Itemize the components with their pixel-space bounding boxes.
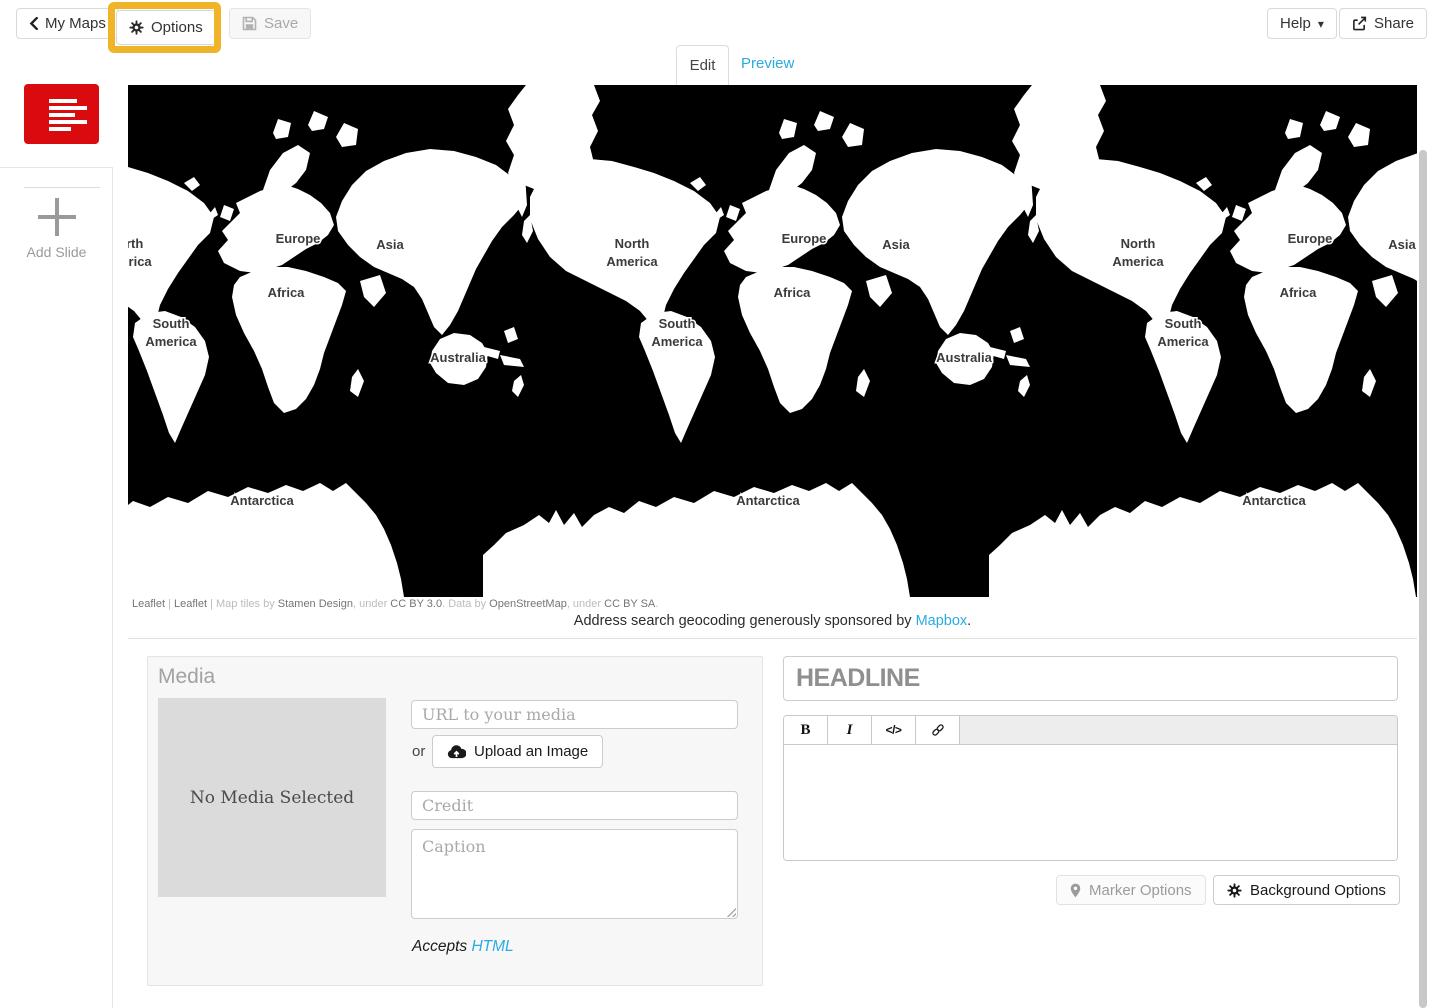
share-button[interactable]: Share [1339, 8, 1427, 39]
options-button[interactable]: Options [116, 10, 216, 45]
save-icon [242, 16, 257, 31]
media-panel: Media No Media Selected or Upload an Ima… [147, 656, 763, 986]
my-maps-label: My Maps [45, 15, 106, 32]
help-label: Help [1280, 15, 1311, 32]
editor-text-area[interactable] [784, 745, 1397, 861]
cc-by-link[interactable]: CC BY 3.0 [390, 598, 442, 610]
rich-text-editor: B I </> [783, 715, 1398, 861]
html-link[interactable]: HTML [471, 938, 513, 955]
cc-by-sa-link[interactable]: CC BY SA [604, 598, 655, 610]
tab-edit[interactable]: Edit [676, 45, 729, 85]
sponsor-text: Address search geocoding generously spon… [574, 613, 916, 629]
scrollbar[interactable] [1419, 150, 1427, 1008]
osm-link[interactable]: OpenStreetMap [489, 598, 567, 610]
attribution-text: . [655, 598, 658, 610]
save-button[interactable]: Save [229, 8, 311, 39]
stamen-link[interactable]: Stamen Design [278, 598, 353, 610]
slide-text-icon [49, 99, 87, 131]
sponsor-note: Address search geocoding generously spon… [128, 613, 1417, 639]
sponsor-period: . [967, 613, 971, 629]
leaflet-link-2[interactable]: Leaflet [174, 598, 207, 610]
editor-toolbar: B I </> [784, 716, 1397, 745]
slide-list-divider [24, 187, 100, 188]
plus-icon [38, 198, 76, 236]
my-maps-button[interactable]: My Maps [16, 8, 119, 39]
headline-input[interactable] [783, 656, 1398, 701]
sidebar-border [112, 167, 113, 1008]
save-label: Save [264, 15, 298, 32]
add-slide-button[interactable]: Add Slide [0, 198, 113, 260]
upload-image-label: Upload an Image [474, 743, 588, 760]
link-button[interactable] [916, 716, 960, 744]
map-canvas[interactable]: Europe Asia Africa North America South A… [128, 85, 1417, 597]
help-button[interactable]: Help ▾ [1267, 8, 1337, 39]
share-label: Share [1374, 15, 1414, 32]
credit-input[interactable] [411, 791, 738, 820]
media-url-input[interactable] [411, 700, 738, 729]
attribution-text: , under [567, 598, 604, 610]
italic-button[interactable]: I [828, 716, 872, 744]
no-media-preview: No Media Selected [158, 698, 386, 897]
cloud-upload-icon [447, 745, 466, 759]
accepts-html-note: Accepts HTML [412, 938, 514, 956]
or-label: or [412, 743, 425, 760]
leaflet-link[interactable]: Leaflet [132, 598, 165, 610]
map-pin-icon [1070, 883, 1081, 898]
background-options-label: Background Options [1250, 882, 1386, 899]
caption-input[interactable] [411, 829, 738, 919]
marker-options-button[interactable]: Marker Options [1056, 875, 1206, 905]
share-icon [1352, 16, 1367, 31]
no-media-label: No Media Selected [190, 788, 354, 808]
tab-preview[interactable]: Preview [741, 55, 794, 72]
chevron-left-icon [29, 17, 38, 30]
tab-edit-label: Edit [690, 57, 716, 74]
attribution-text: | Map tiles by [207, 598, 278, 610]
attribution-separator: | [165, 598, 174, 610]
upload-image-button[interactable]: Upload an Image [432, 735, 603, 768]
gear-icon [129, 20, 144, 35]
link-icon [931, 723, 945, 737]
marker-options-label: Marker Options [1089, 882, 1192, 899]
accepts-label: Accepts [412, 938, 471, 955]
slide-thumbnail[interactable] [24, 84, 99, 144]
add-slide-label: Add Slide [0, 244, 113, 260]
code-button[interactable]: </> [872, 716, 916, 744]
attribution-text: . Data by [442, 598, 489, 610]
bold-button[interactable]: B [784, 716, 828, 744]
sidebar-section-divider [0, 167, 113, 168]
mapbox-link[interactable]: Mapbox [916, 613, 968, 629]
attribution-text: , under [353, 598, 390, 610]
leaflet-attribution: Leaflet | Leaflet | Map tiles by Stamen … [128, 598, 1417, 610]
gear-icon [1227, 883, 1242, 898]
caret-down-icon: ▾ [1318, 17, 1324, 31]
background-options-button[interactable]: Background Options [1213, 875, 1400, 905]
options-label: Options [151, 19, 203, 36]
media-panel-title: Media [158, 665, 215, 689]
